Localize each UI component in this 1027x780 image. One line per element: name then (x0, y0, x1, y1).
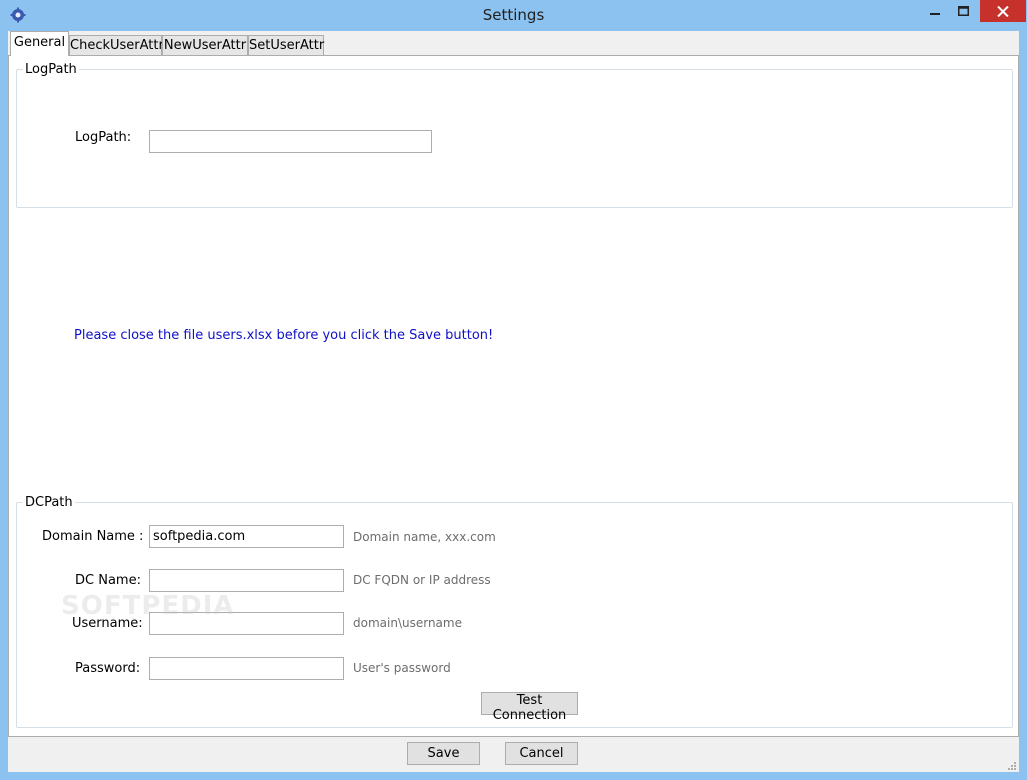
dc-name-label: DC Name: (75, 573, 141, 588)
resize-grip-icon[interactable] (1007, 760, 1017, 770)
cancel-button[interactable]: Cancel (505, 742, 578, 765)
maximize-icon (957, 6, 969, 16)
tab-checkuserattr[interactable]: CheckUserAttr (69, 35, 164, 55)
save-button[interactable]: Save (407, 742, 480, 765)
client-area: General CheckUserAttr NewUserAttr SetUse… (8, 31, 1019, 772)
window-title: Settings (482, 6, 545, 24)
password-input[interactable] (149, 657, 344, 680)
logpath-label: LogPath: (75, 130, 132, 145)
username-hint: domain\username (353, 616, 462, 630)
password-label: Password: (75, 661, 141, 676)
minimize-icon (930, 13, 940, 15)
title-bar[interactable]: Settings (0, 0, 1027, 32)
tab-setuserattr[interactable]: SetUserAttr (248, 35, 324, 55)
tab-general[interactable]: General (10, 31, 69, 56)
domain-name-input[interactable] (149, 525, 344, 548)
minimize-button[interactable] (920, 0, 950, 22)
general-tab-panel: LogPath LogPath: Please close the file u… (8, 55, 1019, 737)
softpedia-watermark: SOFTPEDIA (61, 591, 235, 621)
tab-newuserattr[interactable]: NewUserAttr (162, 35, 248, 55)
tab-strip: General CheckUserAttr NewUserAttr SetUse… (8, 31, 1019, 56)
dc-name-hint: DC FQDN or IP address (353, 573, 491, 587)
domain-name-hint: Domain name, xxx.com (353, 530, 496, 544)
domain-name-label: Domain Name : (42, 529, 144, 544)
logpath-input[interactable] (149, 130, 432, 153)
settings-window: Settings General CheckUserAttr NewUserAt… (0, 0, 1027, 780)
dcpath-group-legend: DCPath (23, 495, 75, 510)
logpath-group: LogPath LogPath: (16, 62, 1013, 208)
close-icon (997, 5, 1009, 17)
password-hint: User's password (353, 661, 451, 675)
logpath-group-legend: LogPath (23, 62, 79, 77)
dc-name-input[interactable] (149, 569, 344, 592)
close-button[interactable] (980, 0, 1026, 22)
test-connection-button[interactable]: Test Connection (481, 692, 578, 723)
save-warning-text: Please close the file users.xlsx before … (74, 328, 494, 343)
maximize-button[interactable] (948, 0, 978, 22)
